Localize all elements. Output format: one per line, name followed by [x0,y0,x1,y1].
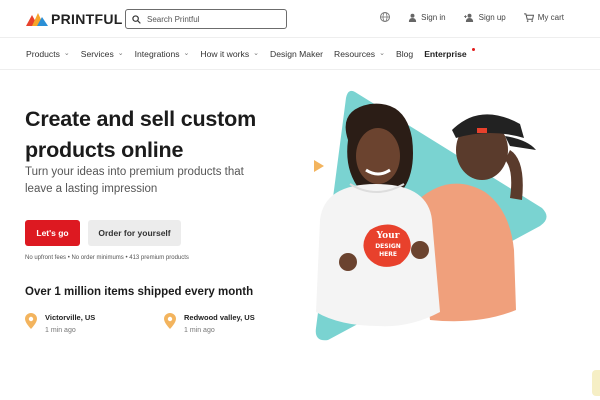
printful-logo-icon [26,13,48,26]
order-for-yourself-button[interactable]: Order for yourself [88,220,181,246]
hero-title-line-1: Create and sell custom [25,107,256,131]
hero-subtitle: Turn your ideas into premium products th… [25,166,244,195]
nav-resources[interactable]: Resources ⌄ [334,49,385,59]
search-input[interactable] [147,14,277,24]
nav-blog[interactable]: Blog [396,49,413,59]
location-time: 1 min ago [45,327,76,334]
sign-up-link[interactable]: Sign up [463,12,506,22]
badge-line-2: DESIGN [375,243,401,250]
shipped-headline: Over 1 million items shipped every month [25,286,254,298]
cart-link[interactable]: My cart [523,12,564,22]
user-icon [409,13,417,22]
top-bar: PRINTFUL Sign in Sign up [0,0,600,38]
nav-resources-label: Resources [334,48,376,59]
nav-enterprise-label: Enterprise [424,48,467,59]
nav-how-it-works-label: How it works [200,48,250,59]
nav-enterprise[interactable]: Enterprise [424,48,475,59]
map-pin-icon [25,313,37,329]
your-design-here-badge: Your DESIGN HERE [363,224,411,267]
nav-services-label: Services [80,48,114,59]
hero-title-line-2: products online [25,138,184,162]
chevron-down-icon: ⌄ [183,49,190,57]
map-pin-icon [164,313,176,329]
location-name: Victorville, US [45,313,96,322]
recent-order-location: Redwood valley, US 1 min ago [164,313,255,337]
sign-up-label: Sign up [478,12,506,22]
badge-line-3: HERE [379,251,397,258]
cart-icon [523,12,534,22]
search-icon [132,14,141,24]
location-name: Redwood valley, US [184,313,255,322]
location-time: 1 min ago [184,327,215,334]
nav-design-maker-label: Design Maker [270,48,324,59]
feedback-tab[interactable] [592,370,600,396]
search-box[interactable] [125,9,287,29]
nav-products-label: Products [26,48,60,59]
chevron-down-icon: ⌄ [63,49,70,57]
cart-label: My cart [537,12,564,22]
nav-integrations-label: Integrations [134,48,180,59]
orange-triangle-decoration [314,160,324,172]
recent-order-location: Victorville, US 1 min ago [25,313,95,337]
sign-in-link[interactable]: Sign in [408,12,446,22]
account-actions: Sign in Sign up My cart [380,12,564,22]
nav-services[interactable]: Services ⌄ [81,49,124,59]
sign-in-label: Sign in [421,12,446,22]
main-nav: Products ⌄ Services ⌄ Integrations ⌄ How it… [0,38,600,70]
nav-how-it-works[interactable]: How it works ⌄ [200,49,259,59]
hero-photo-models: Your DESIGN HERE [314,90,547,341]
nav-blog-label: Blog [395,48,414,59]
chevron-down-icon: ⌄ [253,49,260,57]
brand-name: PRINTFUL [51,11,123,27]
nav-design-maker[interactable]: Design Maker [270,49,323,59]
chevron-down-icon: ⌄ [379,49,385,57]
hero-title: Create and sell custom products online [25,104,295,166]
brand-logo[interactable]: PRINTFUL [26,11,123,27]
nav-products[interactable]: Products ⌄ [26,49,70,59]
badge-line-1: Your [376,231,400,241]
new-indicator-dot [471,48,475,51]
hero-fineprint: No upfront fees • No order minimums • 41… [25,255,189,261]
nav-integrations[interactable]: Integrations ⌄ [135,49,190,59]
user-plus-icon [463,13,473,22]
lets-go-button[interactable]: Let's go [25,220,80,246]
globe-icon[interactable] [380,12,391,22]
chevron-down-icon: ⌄ [117,49,124,57]
